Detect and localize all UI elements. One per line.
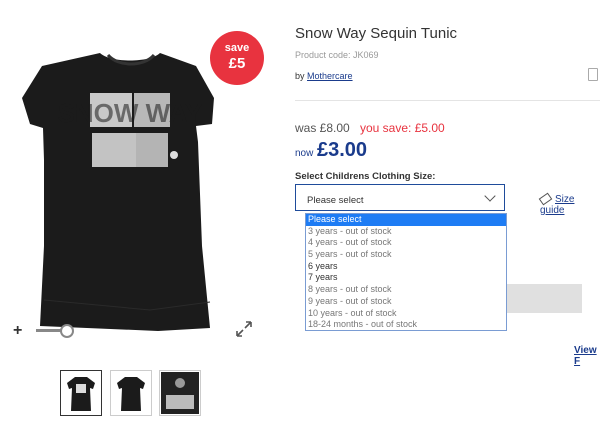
size-option[interactable]: 10 years - out of stock — [306, 308, 506, 320]
tag-icon — [538, 192, 553, 206]
size-select-label: Select Childrens Clothing Size: — [295, 171, 436, 182]
size-option[interactable]: 3 years - out of stock — [306, 226, 506, 238]
shirt-print-text: SNOW WAY — [58, 98, 203, 128]
badge-line1: save — [224, 42, 250, 54]
now-label: now — [295, 148, 314, 159]
size-option[interactable]: 5 years - out of stock — [306, 249, 506, 261]
size-option[interactable]: 6 years — [306, 261, 506, 273]
product-image-area: SNOW WAY save £5 + — [0, 0, 270, 355]
size-option[interactable]: 8 years - out of stock — [306, 284, 506, 296]
size-option[interactable]: 4 years - out of stock — [306, 237, 506, 249]
view-link[interactable]: View F — [574, 345, 600, 367]
brand-link[interactable]: Mothercare — [307, 71, 353, 81]
thumbnail-back[interactable] — [110, 370, 152, 416]
expand-icon[interactable] — [236, 321, 252, 337]
product-title: Snow Way Sequin Tunic — [295, 25, 458, 42]
size-dropdown-list[interactable]: Please select 3 years - out of stock 4 y… — [305, 213, 507, 331]
brand-line: by Mothercare — [295, 71, 353, 81]
thumbnail-detail[interactable] — [159, 370, 201, 416]
was-price: was £8.00 — [295, 121, 350, 135]
product-code: Product code: JK069 — [295, 50, 379, 60]
size-select[interactable]: Please select — [295, 184, 505, 211]
size-option[interactable]: 7 years — [306, 272, 506, 284]
add-to-basket-button[interactable] — [507, 284, 582, 313]
chevron-down-icon — [484, 190, 496, 202]
by-label: by — [295, 71, 305, 81]
size-guide-link[interactable]: Size guide — [538, 192, 600, 216]
you-save: you save: £5.00 — [360, 121, 445, 135]
size-option[interactable]: 9 years - out of stock — [306, 296, 506, 308]
size-option[interactable]: Please select — [306, 214, 506, 226]
save-badge: save £5 — [210, 31, 264, 85]
favourite-icon[interactable] — [588, 68, 598, 81]
thumbnail-front[interactable] — [60, 370, 102, 416]
plus-icon[interactable]: + — [13, 322, 22, 340]
size-select-value: Please select — [307, 195, 364, 206]
zoom-slider-handle[interactable] — [60, 324, 74, 338]
badge-line2: £5 — [228, 55, 246, 72]
divider — [295, 100, 600, 101]
now-price: £3.00 — [317, 139, 368, 161]
size-option[interactable]: 18-24 months - out of stock — [306, 319, 506, 331]
